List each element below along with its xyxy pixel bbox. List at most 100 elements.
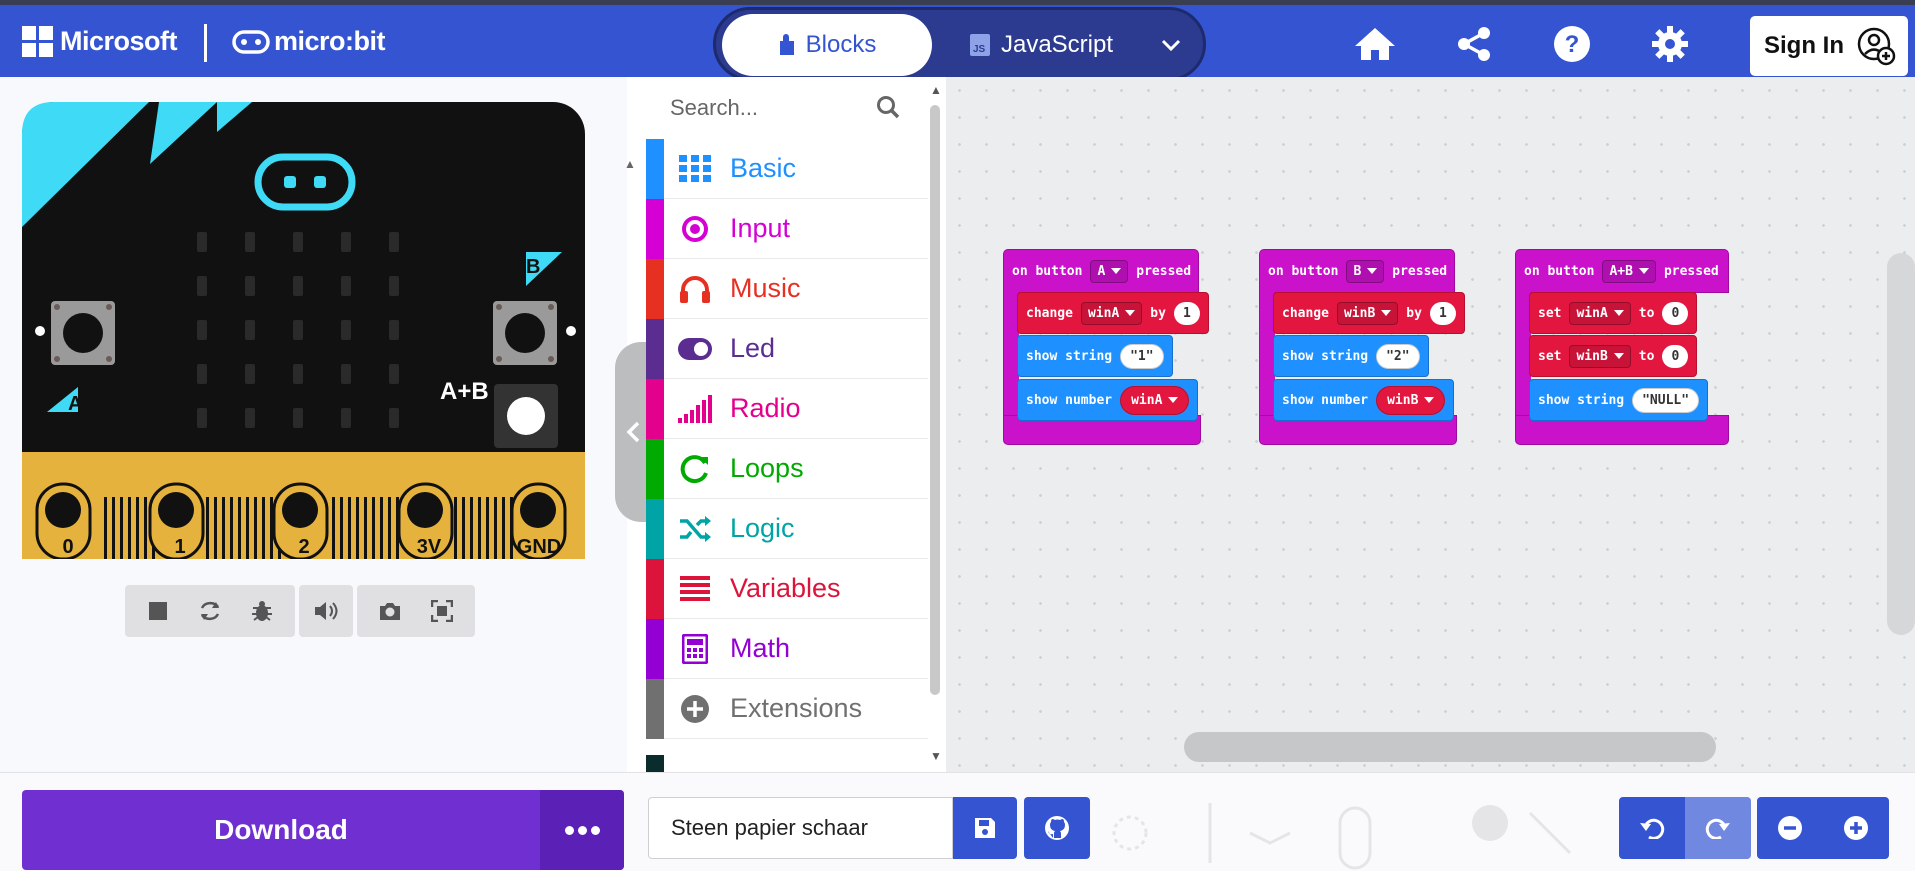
category-loops[interactable]: Loops: [646, 438, 928, 499]
number-input[interactable]: 1: [1173, 301, 1200, 325]
variable-dropdown[interactable]: winB: [1336, 301, 1399, 325]
workspace-horizontal-scrollbar[interactable]: [1184, 732, 1716, 762]
zoom-out-button[interactable]: [1757, 797, 1823, 859]
search-icon[interactable]: [876, 95, 900, 119]
hat-text: on button: [1268, 263, 1339, 279]
caret-down-icon: [1381, 310, 1392, 316]
screenshot-button[interactable]: [365, 589, 415, 633]
debug-button[interactable]: [237, 589, 287, 633]
project-name-input[interactable]: Steen papier schaar: [648, 797, 953, 859]
screenshot-icon: [380, 603, 400, 620]
list-icon: [678, 572, 712, 606]
tab-javascript[interactable]: JS JavaScript: [946, 14, 1136, 76]
button-dropdown[interactable]: A+B: [1602, 259, 1656, 283]
show-string-block[interactable]: show string "2": [1273, 335, 1429, 377]
sound-button[interactable]: [301, 589, 351, 633]
caret-down-icon: [1424, 397, 1435, 403]
help-button[interactable]: ?: [1549, 21, 1595, 67]
category-variables[interactable]: Variables: [646, 558, 928, 619]
microbit-logo[interactable]: micro:bit: [232, 26, 386, 57]
button-dropdown[interactable]: B: [1346, 259, 1385, 283]
event-hat[interactable]: on button A+B pressed: [1515, 249, 1729, 293]
caret-down-icon: [1613, 310, 1624, 316]
microbit-board[interactable]: A B A+B 0 1 2 3V GND: [22, 102, 585, 559]
fullscreen-button[interactable]: [417, 589, 467, 633]
stop-button[interactable]: [133, 589, 183, 633]
category-math[interactable]: Math: [646, 618, 928, 679]
category-music[interactable]: Music: [646, 258, 928, 319]
radio-button-icon: [678, 212, 712, 246]
block-keyword: to: [1638, 305, 1655, 321]
download-button[interactable]: Download: [22, 790, 624, 870]
tab-blocks[interactable]: Blocks: [722, 14, 932, 76]
show-number-block[interactable]: show number winA: [1017, 379, 1199, 421]
download-more-button[interactable]: [540, 790, 624, 870]
svg-text:A+B: A+B: [440, 378, 489, 405]
variable-dropdown[interactable]: winB: [1569, 344, 1631, 368]
category-color-bar: [646, 138, 664, 199]
editor-more-dropdown[interactable]: [1141, 14, 1201, 76]
event-hat[interactable]: on button A pressed: [1003, 249, 1199, 293]
restart-button[interactable]: [185, 589, 235, 633]
category-logic[interactable]: Logic: [646, 498, 928, 559]
string-input[interactable]: "2": [1376, 343, 1420, 369]
zoom-out-icon: [1778, 816, 1802, 840]
show-string-block[interactable]: show string "NULL": [1529, 379, 1709, 421]
blocks-workspace[interactable]: on button A pressed change winA by 1 sho…: [946, 77, 1915, 772]
category-radio[interactable]: Radio: [646, 378, 928, 439]
signal-bars-icon: [678, 392, 712, 426]
headphones-icon: [678, 272, 712, 306]
block-keyword: show number: [1282, 392, 1369, 408]
block-keyword: change: [1026, 305, 1073, 321]
variable-dropdown[interactable]: winA: [1569, 301, 1631, 325]
event-hat[interactable]: on button B pressed: [1259, 249, 1455, 293]
button-dropdown[interactable]: A: [1090, 259, 1129, 283]
variable-reporter[interactable]: winB: [1376, 385, 1446, 415]
zoom-in-button[interactable]: [1823, 797, 1889, 859]
number-input[interactable]: 0: [1662, 344, 1689, 368]
number-input[interactable]: 1: [1429, 301, 1456, 325]
stop-icon: [149, 602, 167, 620]
category-color-bar: [646, 618, 664, 679]
settings-button[interactable]: [1647, 21, 1693, 67]
chevron-left-icon: [626, 421, 640, 443]
bottom-toolbar: Download Steen papier schaar: [0, 772, 1915, 871]
category-extensions[interactable]: Extensions: [646, 678, 928, 739]
undo-button[interactable]: [1619, 797, 1685, 859]
user-add-icon: [1857, 27, 1896, 66]
workspace-vertical-scrollbar[interactable]: [1887, 253, 1915, 635]
change-block[interactable]: change winB by 1: [1273, 292, 1465, 334]
toolbox-scroll-up[interactable]: ▲: [930, 83, 942, 97]
change-block[interactable]: change winA by 1: [1017, 292, 1209, 334]
show-string-block[interactable]: show string "1": [1017, 335, 1173, 377]
category-basic[interactable]: Basic: [646, 138, 928, 199]
dropdown-value: A: [1097, 263, 1106, 279]
category-led[interactable]: Led: [646, 318, 928, 379]
editor-toggle: Blocks JS JavaScript: [713, 7, 1206, 81]
sim-scroll-up[interactable]: ▲: [624, 157, 636, 171]
pin-label-gnd: GND: [517, 536, 561, 558]
microsoft-logo[interactable]: Microsoft: [22, 26, 178, 57]
show-number-block[interactable]: show number winB: [1273, 379, 1455, 421]
string-value: 2: [1393, 348, 1402, 364]
redo-icon: [1705, 818, 1730, 839]
toolbox-scrollbar[interactable]: [930, 105, 940, 695]
github-button[interactable]: [1024, 797, 1090, 859]
category-label: Extensions: [730, 693, 863, 723]
set-block[interactable]: set winB to 0: [1529, 335, 1698, 377]
hat-text: pressed: [1136, 263, 1192, 279]
save-button[interactable]: [953, 797, 1017, 859]
string-input[interactable]: "1": [1120, 343, 1164, 369]
category-label: Variables: [730, 573, 841, 603]
redo-button[interactable]: [1685, 797, 1751, 859]
share-button[interactable]: [1451, 21, 1497, 67]
home-button[interactable]: [1352, 21, 1398, 67]
category-input[interactable]: Input: [646, 198, 928, 259]
variable-reporter[interactable]: winA: [1120, 385, 1190, 415]
toolbox-scroll-down[interactable]: ▼: [930, 749, 942, 763]
string-input[interactable]: "NULL": [1632, 387, 1700, 413]
set-block[interactable]: set winA to 0: [1529, 292, 1698, 334]
number-input[interactable]: 0: [1662, 301, 1689, 325]
sign-in-button[interactable]: Sign In: [1750, 16, 1908, 76]
variable-dropdown[interactable]: winA: [1080, 301, 1143, 325]
